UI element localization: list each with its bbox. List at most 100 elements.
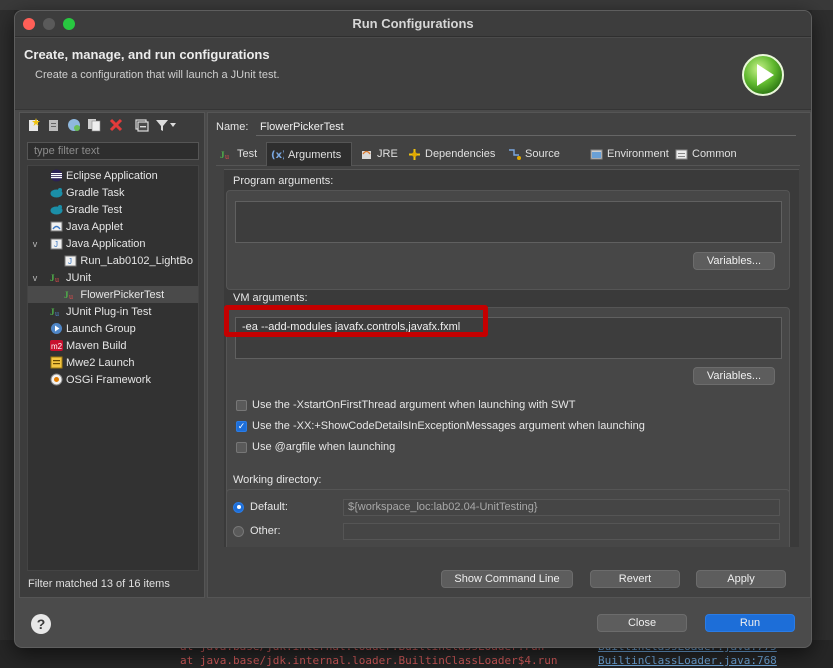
program-arguments-textarea[interactable] xyxy=(235,201,782,243)
vm-arguments-label: VM arguments: xyxy=(233,292,308,304)
launch-option[interactable]: ✓ Use the -XX:+ShowCodeDetailsInException… xyxy=(236,418,645,434)
program-arguments-group: Variables... xyxy=(226,190,790,290)
vm-arguments-textarea[interactable]: -ea --add-modules javafx.controls,javafx… xyxy=(235,317,782,359)
tree-item-label: Gradle Test xyxy=(66,203,123,216)
console-link[interactable]: BuiltinClassLoader.java:768 xyxy=(598,654,777,667)
tab-label: Dependencies xyxy=(425,148,496,160)
radio-indicator[interactable] xyxy=(233,525,244,537)
ide-left-background xyxy=(0,10,14,668)
chevron-down-icon[interactable]: v xyxy=(30,239,40,249)
tab-common[interactable]: Common xyxy=(671,142,743,166)
title-bar: Run Configurations xyxy=(15,11,811,37)
tree-item-label: Eclipse Application xyxy=(66,169,158,182)
filter-status: Filter matched 13 of 16 items xyxy=(28,578,170,590)
tab-arguments[interactable]: (x)= Arguments xyxy=(266,142,352,166)
junit-icon: Ju xyxy=(64,288,77,301)
tab-source[interactable]: Source xyxy=(504,142,582,166)
default-directory-radio[interactable]: Default: xyxy=(233,499,288,515)
tab-label: Source xyxy=(525,148,560,160)
tree-item[interactable]: Gradle Task xyxy=(28,184,198,201)
filter-input[interactable] xyxy=(27,142,199,160)
help-button[interactable]: ? xyxy=(31,614,51,634)
other-directory-field[interactable] xyxy=(343,523,780,540)
tree-item[interactable]: Eclipse Application xyxy=(28,167,198,184)
configuration-list-pane: Eclipse Application Gradle Task Gradle Tes… xyxy=(19,112,205,598)
checkbox[interactable]: ✓ xyxy=(236,420,247,432)
tree-item-label: FlowerPickerTest xyxy=(80,288,165,301)
launch-option-label: Use the -XstartOnFirstThread argument wh… xyxy=(252,399,576,411)
tab-label: JRE xyxy=(377,148,398,160)
banner-subheading: Create a configuration that will launch … xyxy=(35,69,280,81)
ide-right-background xyxy=(812,10,833,668)
configuration-name-input[interactable] xyxy=(256,118,796,136)
tree-item[interactable]: Mwe2 Launch xyxy=(28,354,198,371)
tree-item[interactable]: Ju FlowerPickerTest xyxy=(28,286,198,303)
other-directory-label: Other: xyxy=(250,525,281,537)
default-directory-field: ${workspace_loc:lab02.04-UnitTesting} xyxy=(343,499,780,516)
launch-option-label: Use @argfile when launching xyxy=(252,441,396,453)
vm-variables-button[interactable]: Variables... xyxy=(693,367,775,385)
duplicate-icon[interactable] xyxy=(86,117,102,133)
tree-item[interactable]: Gradle Test xyxy=(28,201,198,218)
other-directory-radio[interactable]: Other: xyxy=(233,523,281,539)
apply-button[interactable]: Apply xyxy=(696,570,786,588)
run-button[interactable]: Run xyxy=(705,614,795,632)
java-app-icon: J xyxy=(50,237,63,250)
tab-dependencies[interactable]: Dependencies xyxy=(404,142,500,166)
close-button[interactable]: Close xyxy=(597,614,687,632)
program-variables-button[interactable]: Variables... xyxy=(693,252,775,270)
osgi-icon xyxy=(50,373,63,386)
tab-label: Common xyxy=(692,148,737,160)
tree-item-label: JUnit xyxy=(66,271,92,284)
filter-dropdown-icon[interactable] xyxy=(168,117,178,133)
common-tab-icon xyxy=(675,148,688,161)
tree-item[interactable]: v Ju JUnit xyxy=(28,269,198,286)
configuration-toolbar xyxy=(20,113,204,137)
tab-jre[interactable]: JRE xyxy=(356,142,400,166)
radio-indicator[interactable] xyxy=(233,501,244,513)
revert-button[interactable]: Revert xyxy=(590,570,680,588)
show-command-line-button[interactable]: Show Command Line xyxy=(441,570,573,588)
svg-text:u: u xyxy=(225,152,229,161)
configuration-tree: Eclipse Application Gradle Task Gradle Tes… xyxy=(27,165,199,571)
tree-item[interactable]: Ju JUnit Plug-in Test xyxy=(28,303,198,320)
tab-label: Arguments xyxy=(288,148,342,161)
tree-item[interactable]: Launch Group xyxy=(28,320,198,337)
run-icon xyxy=(742,54,784,96)
eclipse-app-icon xyxy=(50,169,63,182)
tab-environment[interactable]: Environment xyxy=(586,142,669,166)
new-prototype-icon[interactable] xyxy=(46,117,62,133)
junit-icon: Ju xyxy=(50,271,63,284)
working-directory-label: Working directory: xyxy=(233,474,322,486)
chevron-down-icon[interactable]: v xyxy=(30,273,40,283)
svg-text:u: u xyxy=(55,275,59,284)
svg-text:u: u xyxy=(69,292,73,301)
test-tab-icon: Ju xyxy=(220,148,233,161)
tree-item-label: Run_Lab0102_LightBo xyxy=(80,254,193,267)
delete-icon[interactable] xyxy=(108,117,124,133)
checkbox[interactable] xyxy=(236,399,247,411)
tree-item[interactable]: OSGi Framework xyxy=(28,371,198,388)
jre-tab-icon xyxy=(360,148,373,161)
export-icon[interactable] xyxy=(66,117,82,133)
collapse-all-icon[interactable] xyxy=(134,117,150,133)
new-configuration-icon[interactable] xyxy=(26,117,42,133)
tree-item[interactable]: J Run_Lab0102_LightBo xyxy=(28,252,198,269)
svg-text:u: u xyxy=(55,309,59,318)
tree-item-label: JUnit Plug-in Test xyxy=(66,305,152,318)
launch-option[interactable]: Use @argfile when launching xyxy=(236,439,395,455)
tab-strip: Ju Test (x)= Arguments JRE Dependencies Source… xyxy=(216,142,800,166)
svg-text:J: J xyxy=(54,240,58,249)
java-applet-icon xyxy=(50,220,63,233)
source-tab-icon xyxy=(508,148,521,161)
checkbox[interactable] xyxy=(236,441,247,453)
tree-item-label: Java Application xyxy=(66,237,146,250)
tab-test[interactable]: Ju Test xyxy=(216,142,262,166)
java-app-icon: J xyxy=(64,254,77,267)
tree-item[interactable]: m2 Maven Build xyxy=(28,337,198,354)
tree-item[interactable]: v J Java Application xyxy=(28,235,198,252)
svg-text:J: J xyxy=(68,257,72,266)
tree-item[interactable]: Java Applet xyxy=(28,218,198,235)
run-configurations-dialog: Run Configurations Create, manage, and r… xyxy=(14,10,812,648)
launch-option[interactable]: Use the -XstartOnFirstThread argument wh… xyxy=(236,397,575,413)
